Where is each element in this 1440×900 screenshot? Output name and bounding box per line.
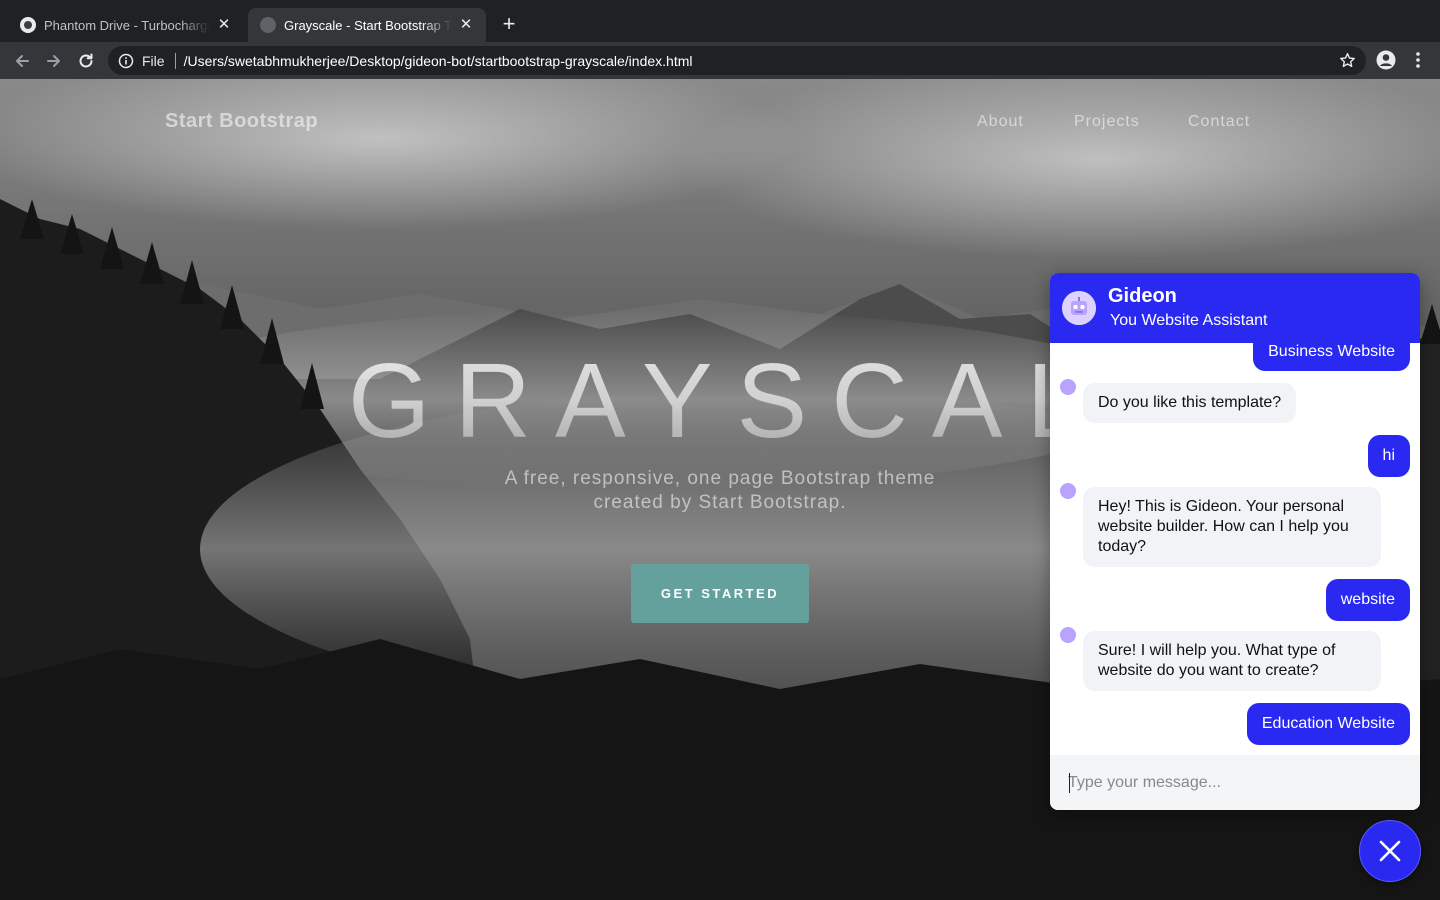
chat-widget: Gideon You Website Assistant Business We… xyxy=(1050,273,1420,810)
url-text[interactable]: /Users/swetabhmukherjee/Desktop/gideon-b… xyxy=(184,53,693,69)
tab-title: Phantom Drive - Turbocharge your xyxy=(44,17,210,33)
chat-message-list[interactable]: Business Website Do you like this templa… xyxy=(1050,343,1420,755)
user-message: Education Website xyxy=(1246,703,1410,745)
chat-bot-tagline: You Website Assistant xyxy=(1110,312,1268,329)
tab-close-icon[interactable]: ✕ xyxy=(216,17,232,33)
nav-link-about[interactable]: About xyxy=(977,113,1024,131)
browser-toolbar: File /Users/swetabhmukherjee/Desktop/gid… xyxy=(0,42,1440,79)
bot-message: Hey! This is Gideon. Your personal websi… xyxy=(1083,487,1381,567)
nav-link-projects[interactable]: Projects xyxy=(1074,113,1140,131)
url-separator xyxy=(174,52,176,69)
chat-toggle-button[interactable] xyxy=(1359,820,1421,882)
tab-strip: Phantom Drive - Turbocharge your ✕ Grays… xyxy=(0,0,1440,42)
page-viewport: Start Bootstrap About Projects Contact G… xyxy=(0,79,1440,900)
chat-message-input[interactable] xyxy=(1068,769,1398,797)
chat-bot-name: Gideon xyxy=(1108,285,1177,307)
user-message: Business Website xyxy=(1253,343,1410,371)
phantom-favicon-icon xyxy=(20,17,36,33)
back-arrow-icon[interactable] xyxy=(11,50,33,72)
bot-avatar-icon xyxy=(1060,483,1076,499)
brand-logo[interactable]: Start Bootstrap xyxy=(165,110,318,133)
url-scheme: File xyxy=(142,52,165,69)
kebab-menu-icon[interactable] xyxy=(1408,50,1428,70)
chat-header: Gideon You Website Assistant xyxy=(1050,273,1420,343)
profile-icon[interactable] xyxy=(1376,50,1396,70)
new-tab-button[interactable]: + xyxy=(498,13,520,35)
tab-close-icon[interactable]: ✕ xyxy=(458,17,474,33)
globe-favicon-icon xyxy=(260,17,276,33)
info-icon[interactable] xyxy=(118,53,134,69)
nav-link-contact[interactable]: Contact xyxy=(1188,113,1250,131)
get-started-button[interactable]: GET STARTED xyxy=(631,564,809,623)
user-message: hi xyxy=(1367,435,1410,477)
star-icon[interactable] xyxy=(1339,52,1356,69)
tab-title: Grayscale - Start Bootstrap Theme xyxy=(284,17,452,33)
tab-phantom-drive[interactable]: Phantom Drive - Turbocharge your ✕ xyxy=(8,8,244,42)
hero-subtitle: A free, responsive, one page Bootstrap t… xyxy=(504,468,936,513)
bot-message: Do you like this template? xyxy=(1083,383,1297,423)
bot-avatar-icon xyxy=(1062,291,1096,325)
forward-arrow-icon[interactable] xyxy=(43,50,65,72)
reload-icon[interactable] xyxy=(75,50,97,72)
user-message: website xyxy=(1325,579,1410,621)
bot-avatar-icon xyxy=(1060,379,1076,395)
bot-avatar-icon xyxy=(1060,627,1076,643)
tab-grayscale[interactable]: Grayscale - Start Bootstrap Theme ✕ xyxy=(248,8,486,42)
chat-input-bar xyxy=(1050,755,1420,810)
address-bar[interactable]: File /Users/swetabhmukherjee/Desktop/gid… xyxy=(108,46,1366,75)
text-caret xyxy=(1069,773,1070,793)
close-icon xyxy=(1379,840,1401,862)
bot-message: Sure! I will help you. What type of webs… xyxy=(1083,631,1381,691)
